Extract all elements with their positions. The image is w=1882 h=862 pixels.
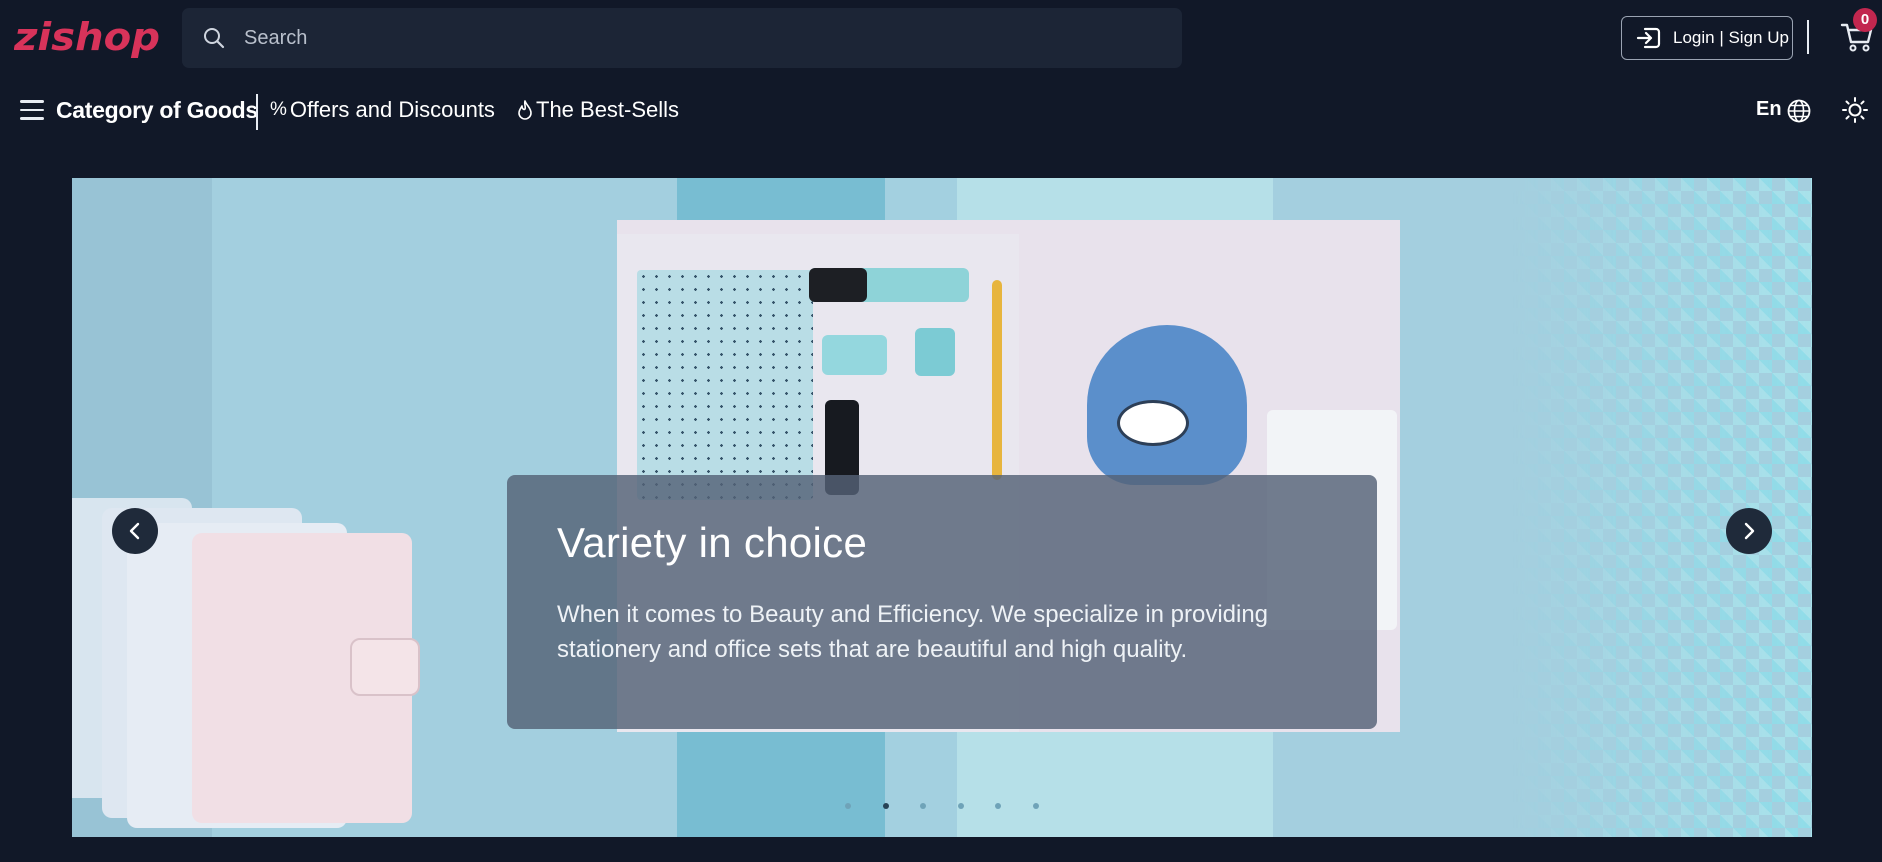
planner-clasp bbox=[350, 638, 420, 696]
nav-best-sells-label: The Best-Sells bbox=[536, 97, 680, 122]
dotted-notebook-image bbox=[637, 270, 813, 500]
slider-dot-3[interactable] bbox=[920, 803, 926, 809]
nav-divider bbox=[256, 94, 258, 130]
slide-description: When it comes to Beauty and Efficiency. … bbox=[557, 601, 1269, 663]
slide-title: Variety in choice bbox=[557, 519, 868, 566]
shark-face-image bbox=[1117, 400, 1189, 446]
menu-icon[interactable] bbox=[20, 100, 44, 122]
highlighter-cap-image bbox=[809, 268, 867, 302]
slider-dot-6[interactable] bbox=[1032, 803, 1039, 809]
slider-prev-button[interactable] bbox=[112, 508, 158, 554]
chevron-right-icon bbox=[1744, 522, 1755, 540]
login-icon bbox=[1636, 27, 1661, 49]
header-divider bbox=[1807, 20, 1809, 54]
search-input[interactable] bbox=[242, 25, 1142, 51]
chevron-left-icon bbox=[129, 522, 140, 540]
language-selector[interactable]: En bbox=[1756, 98, 1782, 121]
flame-icon bbox=[518, 100, 532, 120]
search-bar bbox=[182, 8, 1182, 68]
slider-dot-5[interactable] bbox=[995, 803, 1001, 809]
percent-icon: % bbox=[270, 99, 287, 120]
search-icon[interactable] bbox=[202, 26, 226, 50]
main-nav: Category of Goods % Offers and Discounts… bbox=[0, 88, 1882, 134]
login-signup-button[interactable]: Login | Sign Up bbox=[1621, 16, 1793, 60]
diamond-pattern-decoration bbox=[1512, 178, 1812, 837]
slider-dot-2[interactable] bbox=[882, 803, 889, 809]
slider-pagination bbox=[845, 803, 1070, 815]
slider-next-button[interactable] bbox=[1726, 508, 1772, 554]
globe-icon[interactable] bbox=[1786, 98, 1812, 124]
slider-dot-4[interactable] bbox=[957, 803, 964, 809]
pencil-image bbox=[992, 280, 1002, 480]
slider-dot-1[interactable] bbox=[845, 803, 851, 809]
hero-slider: Variety in choice When it comes to Beaut… bbox=[72, 178, 1812, 837]
logo-icon: zishop bbox=[13, 15, 160, 59]
slide-caption: Variety in choice When it comes to Beaut… bbox=[507, 475, 1377, 729]
login-label: Login | Sign Up bbox=[1673, 28, 1789, 47]
top-header: zishop Login | Sign Up 0 bbox=[0, 0, 1882, 76]
cart-count-badge: 0 bbox=[1853, 8, 1877, 32]
eraser-image bbox=[822, 335, 887, 375]
nav-offers-and-discounts[interactable]: % Offers and Discounts bbox=[270, 97, 495, 123]
site-logo[interactable]: zishop bbox=[13, 15, 162, 59]
sharpener-image bbox=[915, 328, 955, 376]
nav-offers-label: Offers and Discounts bbox=[289, 97, 495, 122]
nav-best-sells[interactable]: The Best-Sells bbox=[517, 97, 679, 123]
nav-category-of-goods[interactable]: Category of Goods bbox=[56, 97, 258, 124]
theme-toggle-sun-icon[interactable] bbox=[1841, 96, 1869, 124]
logo-text: zishop bbox=[14, 18, 160, 58]
